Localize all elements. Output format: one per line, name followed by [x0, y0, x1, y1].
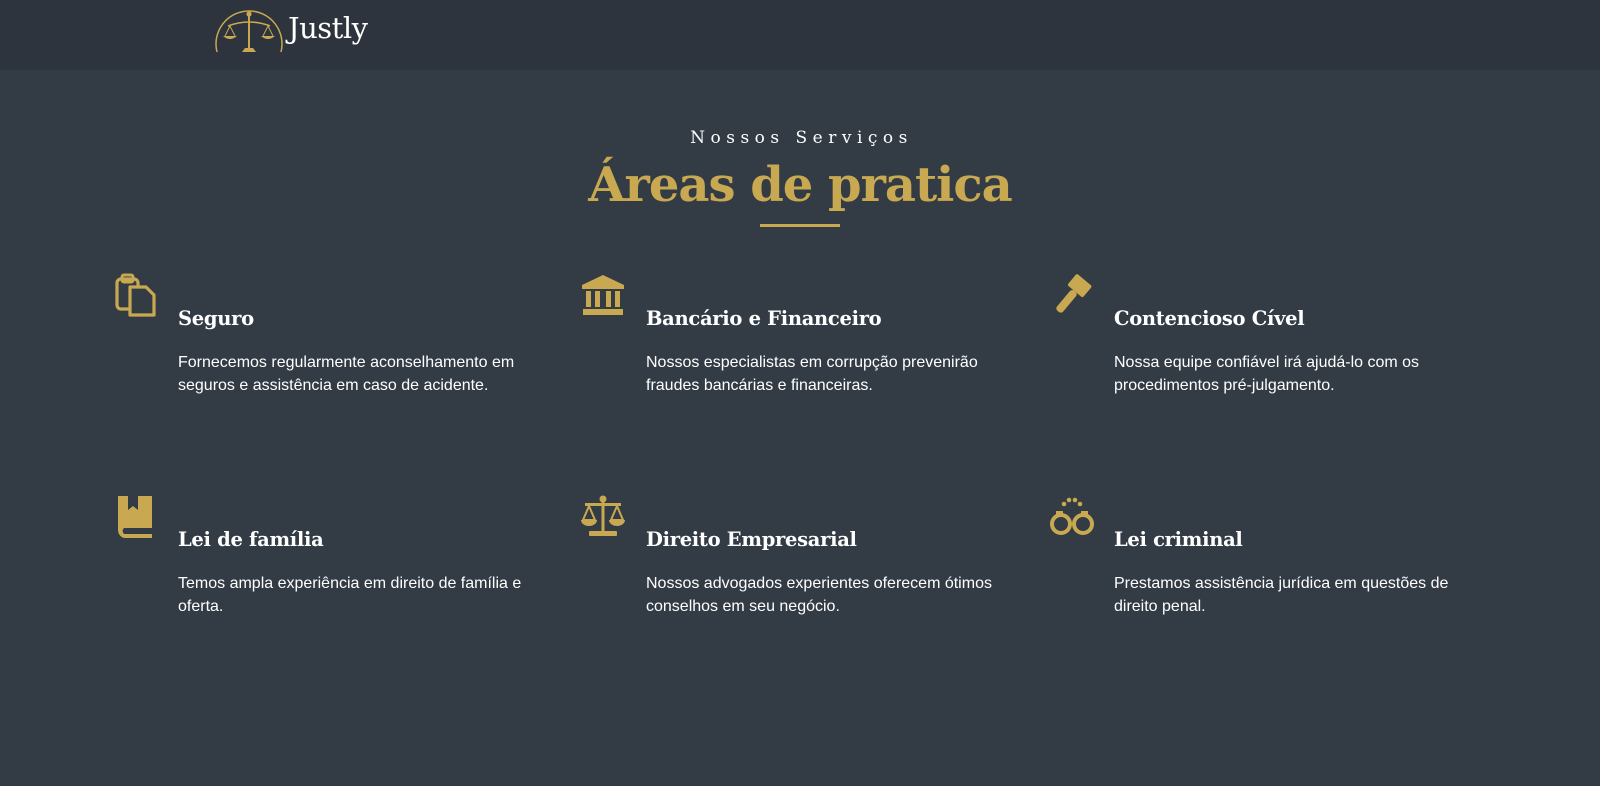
service-description: Fornecemos regularmente aconselhamento e…	[178, 354, 515, 394]
book-icon	[112, 494, 158, 540]
handcuffs-icon	[1048, 494, 1094, 540]
gavel-icon	[1048, 273, 1094, 319]
bank-icon	[580, 273, 626, 319]
service-title: Bancário e Financeiro	[646, 307, 882, 330]
services-header: Nossos Serviços Áreas de pratica	[0, 124, 1600, 227]
title-underline-divider	[760, 224, 840, 227]
service-card-bancario: Bancário e Financeiro Nossos especialist…	[582, 275, 1006, 397]
service-card-criminal: Lei criminal Prestamos assistência juríd…	[1050, 497, 1474, 618]
service-title: Lei de família	[178, 528, 324, 551]
section-title: Áreas de pratica	[588, 157, 1012, 213]
service-title: Seguro	[178, 307, 254, 330]
service-description: Nossa equipe confiável irá ajudá-lo com …	[1114, 354, 1420, 394]
service-card-empresarial: Direito Empresarial Nossos advogados exp…	[581, 495, 1006, 618]
brand-name: Justly	[288, 11, 368, 45]
service-description: Prestamos assistência jurídica em questõ…	[1114, 575, 1449, 615]
justice-scale-logo-icon	[215, 10, 283, 53]
scale-icon	[580, 494, 626, 540]
navbar: Justly	[0, 0, 1600, 70]
service-title: Lei criminal	[1114, 528, 1243, 551]
service-title: Contencioso Cível	[1114, 307, 1305, 330]
service-description: Nossos especialistas em corrupção preven…	[646, 354, 978, 394]
service-card-seguro: Seguro Fornecemos regularmente aconselha…	[115, 273, 538, 397]
service-card-familia: Lei de família Temos ampla experiência e…	[117, 496, 538, 618]
service-card-contencioso: Contencioso Cível Nossa equipe confiável…	[1056, 274, 1474, 397]
brand-logo-link[interactable]: Justly	[214, 0, 368, 56]
service-description: Nossos advogados experientes oferecem ót…	[646, 575, 992, 615]
clipboard-icon	[112, 273, 158, 319]
section-eyebrow: Nossos Serviços	[690, 128, 913, 148]
service-description: Temos ampla experiência em direito de fa…	[178, 575, 522, 615]
service-title: Direito Empresarial	[646, 528, 857, 551]
